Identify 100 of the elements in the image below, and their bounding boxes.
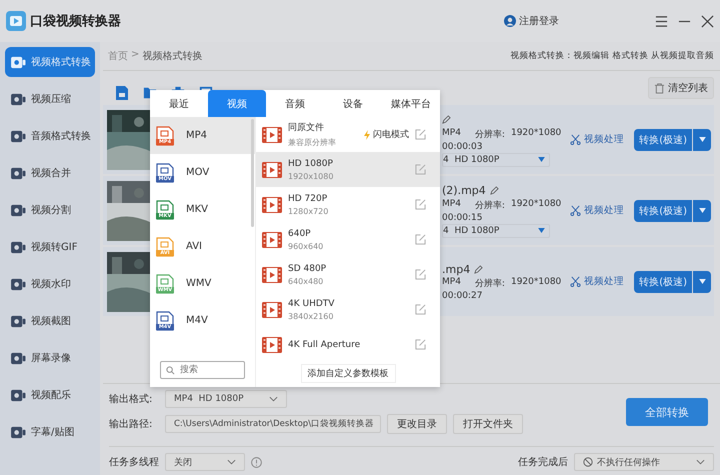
edit-icon[interactable] xyxy=(415,199,426,210)
edit-icon[interactable] xyxy=(415,269,426,280)
output-dropdown[interactable]: 4 HD 1080P xyxy=(442,152,550,166)
sidebar-item[interactable]: 视频合并 xyxy=(5,158,95,188)
preset-item[interactable]: HD 720P 1280x720 xyxy=(256,187,440,222)
info-icon[interactable] xyxy=(251,456,262,468)
sidebar-item[interactable]: 屏幕录像 xyxy=(5,343,95,373)
preset-title: 4K UHDTV xyxy=(288,298,336,308)
video-tool-icon xyxy=(11,92,26,106)
video-tool-icon xyxy=(11,166,26,180)
resolution-label: 分辨率: xyxy=(474,200,505,212)
search-icon xyxy=(166,366,175,375)
video-tool-icon xyxy=(11,204,26,216)
file-format: MP4 xyxy=(442,198,461,210)
preset-item[interactable]: HD 1080P 1920x1080 xyxy=(256,152,440,187)
clear-list-button[interactable]: 清空列表 xyxy=(648,77,714,99)
file-resolution: 1920*1080 xyxy=(510,198,562,210)
convert-all-button[interactable]: 全部转换 xyxy=(626,398,708,426)
film-icon xyxy=(262,266,282,282)
output-path-label: 输出路径: xyxy=(109,418,154,431)
menu-icon[interactable] xyxy=(655,14,668,28)
lightning-mode-label[interactable]: 闪电模式 xyxy=(364,128,409,141)
video-process-link[interactable]: 视频处理 xyxy=(570,275,624,288)
add-template-button[interactable]: 添加自定义参数模板 xyxy=(300,364,396,383)
output-format-dropdown[interactable]: MP4 HD 1080P xyxy=(165,390,287,408)
caret-icon xyxy=(698,279,706,284)
sidebar-item[interactable]: 音频格式转换 xyxy=(5,121,95,151)
sidebar-item[interactable]: 视频配乐 xyxy=(5,380,95,410)
user-icon xyxy=(504,15,516,27)
threads-dropdown[interactable]: 关闭 xyxy=(165,453,245,471)
video-process-link[interactable]: 视频处理 xyxy=(570,133,624,146)
sidebar-item[interactable]: 视频水印 xyxy=(5,269,95,299)
sidebar-item[interactable]: 视频分割 xyxy=(5,195,95,225)
preset-item[interactable]: SD 480P 640x480 xyxy=(256,257,440,292)
close-icon[interactable] xyxy=(701,14,714,28)
edit-icon[interactable] xyxy=(415,234,426,245)
pencil-icon[interactable] xyxy=(442,115,451,124)
video-tool-icon xyxy=(11,314,26,328)
pencil-icon[interactable] xyxy=(474,264,484,274)
resolution-label: 分辨率: xyxy=(474,278,505,290)
video-process-link[interactable]: 视频处理 xyxy=(570,204,624,217)
film-icon xyxy=(262,302,282,318)
file-name: .mp4 xyxy=(442,262,470,276)
change-directory-button[interactable]: 更改目录 xyxy=(387,414,447,434)
convert-button[interactable]: 转换(极速) xyxy=(634,270,692,292)
edit-icon[interactable] xyxy=(415,304,426,315)
sidebar-item[interactable]: 视频格式转换 xyxy=(5,47,95,77)
resolution-label: 分辨率: xyxy=(474,128,505,140)
caret-icon xyxy=(538,157,545,162)
preset-title: HD 1080P xyxy=(288,158,334,168)
scissors-icon xyxy=(570,205,581,216)
file-duration: 00:00:03 xyxy=(442,142,484,152)
convert-menu-button[interactable] xyxy=(693,128,711,150)
format-tab[interactable]: 媒体平台 xyxy=(382,90,440,117)
file-format: MP4 xyxy=(442,277,461,289)
preset-item[interactable]: 同原文件 兼容原分辨率 闪电模式 xyxy=(256,117,440,152)
preset-resolution: 1280x720 xyxy=(288,206,330,216)
convert-menu-button[interactable] xyxy=(693,270,711,292)
edit-icon[interactable] xyxy=(415,129,426,140)
breadcrumb-separator: > xyxy=(131,49,140,62)
sidebar-item[interactable]: 视频截图 xyxy=(5,306,95,336)
search-field[interactable]: 搜索 xyxy=(160,361,245,379)
preset-item[interactable]: 4K Full Aperture xyxy=(256,327,440,362)
preset-item[interactable]: 4K UHDTV 3840x2160 xyxy=(256,292,440,327)
file-format: MP4 xyxy=(442,128,461,140)
open-folder-button[interactable]: 打开文件夹 xyxy=(453,414,523,434)
video-tool-icon xyxy=(11,130,26,142)
output-path-field[interactable]: C:\Users\Administrator\Desktop\口袋视频转换器 xyxy=(165,415,381,433)
convert-menu-button[interactable] xyxy=(693,200,711,222)
preset-item[interactable]: 640P 960x640 xyxy=(256,222,440,257)
preset-resolution: 640x480 xyxy=(288,276,324,286)
ban-icon xyxy=(583,457,593,467)
convert-button[interactable]: 转换(极速) xyxy=(634,128,692,150)
output-format-label: 输出格式: xyxy=(109,392,154,406)
sidebar-item[interactable]: 视频转GIF xyxy=(5,232,95,262)
pencil-icon[interactable] xyxy=(490,186,499,195)
video-tool-icon xyxy=(11,278,26,290)
file-icon[interactable] xyxy=(115,85,129,101)
format-tab[interactable]: 视频 xyxy=(208,90,266,117)
sidebar-item[interactable]: 字幕/贴图 xyxy=(5,417,95,447)
film-icon xyxy=(262,196,282,212)
output-dropdown[interactable]: 4 HD 1080P xyxy=(442,224,550,238)
preset-resolution: 1920x1080 xyxy=(288,172,334,180)
scissors-icon xyxy=(570,134,581,145)
film-icon xyxy=(262,126,282,142)
sidebar-item[interactable]: 视频压缩 xyxy=(5,84,95,114)
login-button[interactable]: 注册登录 xyxy=(504,14,559,28)
app-logo-icon xyxy=(6,11,26,31)
convert-button[interactable]: 转换(极速) xyxy=(634,200,692,222)
format-tab[interactable]: 最近 xyxy=(150,90,208,117)
caret-icon xyxy=(698,137,706,142)
file-name: (2).mp4 xyxy=(442,184,486,197)
film-icon xyxy=(262,336,282,352)
video-tool-icon xyxy=(11,426,26,438)
preset-title: 640P xyxy=(288,228,312,238)
edit-icon[interactable] xyxy=(415,339,426,350)
preset-title: SD 480P xyxy=(288,264,328,274)
lightning-icon xyxy=(364,130,370,140)
after-task-dropdown[interactable]: 不执行任何操作 xyxy=(574,453,714,471)
app-title: 口袋视频转换器 xyxy=(30,13,121,30)
